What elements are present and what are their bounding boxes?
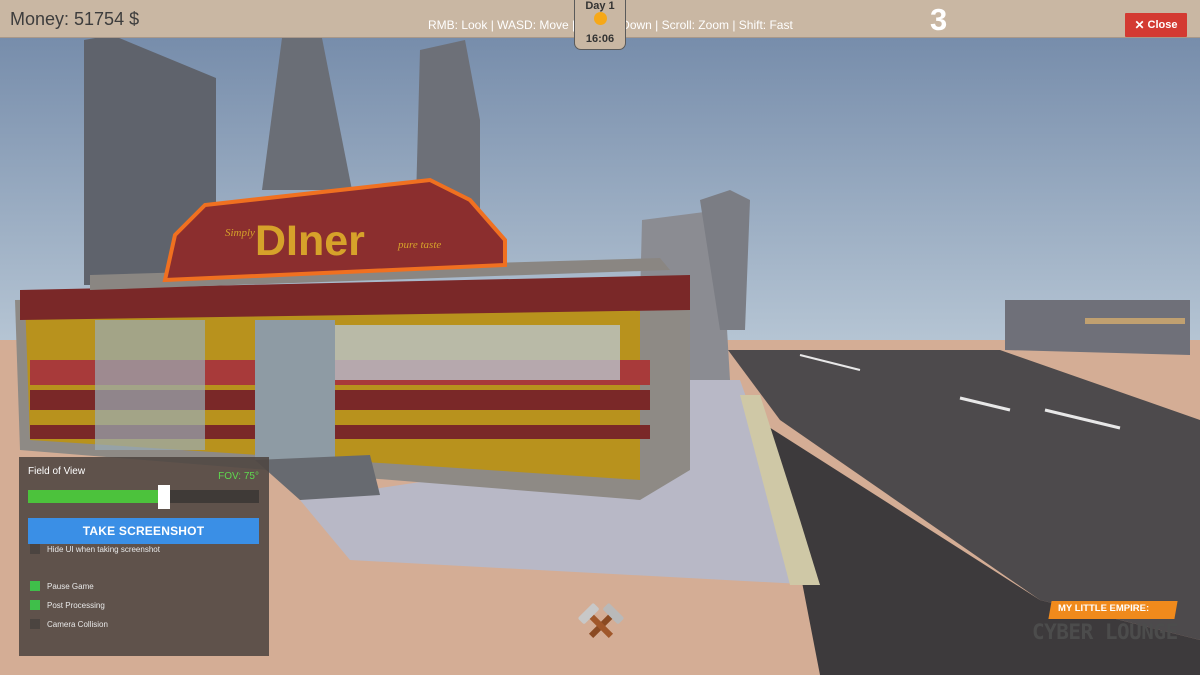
close-icon: ✕ <box>1134 18 1145 32</box>
option-camera-collision[interactable]: Camera Collision <box>30 618 108 630</box>
day-clock: Day 1 16:06 <box>574 0 626 50</box>
camera-collision-label: Camera Collision <box>47 619 108 629</box>
option-hide-ui[interactable]: Hide UI when taking screenshot <box>30 543 160 555</box>
take-screenshot-button[interactable]: TAKE SCREENSHOT <box>28 518 259 544</box>
fov-title: Field of View <box>28 466 86 477</box>
fov-slider-fill <box>28 490 165 503</box>
game-logo: MY LITTLE EMPIRE: CYBER LOUNGE <box>1030 598 1190 652</box>
sun-icon <box>594 12 607 25</box>
hide-ui-label: Hide UI when taking screenshot <box>47 544 160 554</box>
diner-sign-left: Simply <box>225 227 255 239</box>
time-label: 16:06 <box>585 33 615 45</box>
building-far <box>1005 300 1190 355</box>
awning <box>1085 318 1185 324</box>
fov-slider-handle[interactable] <box>158 485 171 509</box>
day-label: Day 1 <box>585 0 615 12</box>
close-button[interactable]: ✕ Close <box>1125 13 1187 37</box>
fov-slider[interactable] <box>28 485 259 509</box>
counter-display: 3 <box>930 2 948 37</box>
diner-sign-right: pure taste <box>397 239 441 251</box>
pause-game-label: Pause Game <box>47 581 94 591</box>
camera-collision-checkbox[interactable] <box>30 619 40 629</box>
logo-title: CYBER LOUNGE <box>1032 620 1178 644</box>
post-processing-checkbox[interactable] <box>30 600 40 610</box>
option-pause-game[interactable]: Pause Game <box>30 580 94 592</box>
hammer-tools-icon[interactable] <box>576 600 626 648</box>
close-label: Close <box>1147 19 1178 31</box>
diner-sign-text: DIner <box>255 217 365 265</box>
fov-value: FOV: 75° <box>218 471 259 482</box>
money-display: Money: 51754 $ <box>10 9 140 29</box>
post-processing-label: Post Processing <box>47 600 105 610</box>
screenshot-panel: Field of View FOV: 75° TAKE SCREENSHOT H… <box>19 457 269 656</box>
pause-game-checkbox[interactable] <box>30 581 40 591</box>
logo-tagline: MY LITTLE EMPIRE: <box>1058 603 1150 614</box>
hide-ui-checkbox[interactable] <box>30 544 40 554</box>
option-post-processing[interactable]: Post Processing <box>30 599 105 611</box>
